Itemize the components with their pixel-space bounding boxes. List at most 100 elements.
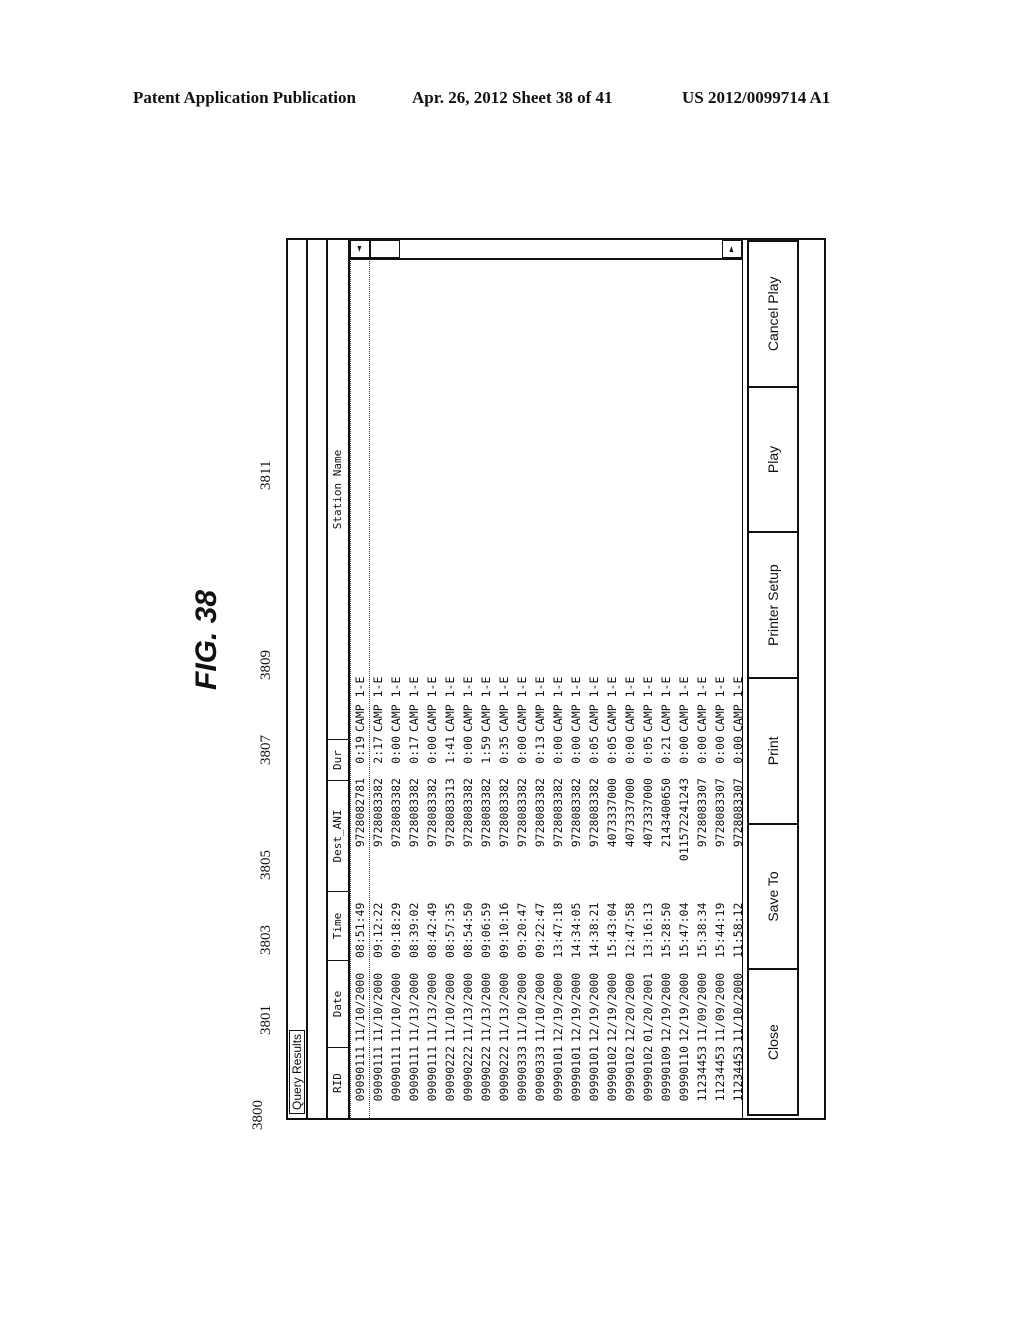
table-row[interactable]: 09990110 12/19/2000 15:47:04 011572241243 0:…: [675, 260, 693, 1118]
cell-rid: 09090222: [479, 1046, 493, 1102]
cell-time: 12:47:58: [623, 902, 637, 958]
cell-station-name: CAMP 1-E: [659, 676, 673, 732]
cell-time: 13:16:13: [641, 902, 655, 958]
cell-date: 11/10/2000: [353, 972, 367, 1042]
table-row[interactable]: 09990109 12/19/2000 15:28:50 2143400650 0:21…: [657, 260, 675, 1118]
cell-rid: 09990101: [569, 1046, 583, 1102]
table-row[interactable]: 09090333 11/10/2000 09:20:47 9728083382 0:00…: [513, 260, 531, 1118]
cell-dur: 2:17: [371, 736, 385, 764]
table-row[interactable]: 09090111 11/10/2000 09:18:29 9728083382 0:00…: [387, 260, 405, 1118]
publication-date-sheet: Apr. 26, 2012 Sheet 38 of 41: [412, 88, 613, 107]
printer-setup-button[interactable]: Printer Setup: [747, 531, 799, 679]
cell-dur: 0:35: [497, 736, 511, 764]
cell-date: 12/19/2000: [551, 972, 565, 1042]
table-row[interactable]: 09090222 11/13/2000 08:54:50 9728083382 0:00…: [459, 260, 477, 1118]
column-header-rid[interactable]: RID: [328, 1047, 348, 1118]
close-button[interactable]: Close: [747, 968, 799, 1116]
cell-station-name: CAMP 1-E: [353, 676, 367, 732]
cell-station-name: CAMP 1-E: [641, 676, 655, 732]
cell-dest-ani: 9728083382: [389, 778, 403, 848]
table-row[interactable]: 09990101 12/19/2000 13:47:18 9728083382 0:00…: [549, 260, 567, 1118]
cell-dest-ani: 4073337000: [623, 778, 637, 848]
cancel-play-button[interactable]: Cancel Play: [747, 239, 799, 388]
ref-station: 3811: [258, 460, 274, 490]
cell-time: 13:47:18: [551, 902, 565, 958]
scrollbar-thumb[interactable]: [370, 240, 400, 258]
cell-time: 09:22:47: [533, 902, 547, 958]
column-header-date[interactable]: Date: [328, 960, 348, 1047]
cell-date: 11/13/2000: [407, 972, 421, 1042]
cell-dest-ani: 9728083382: [425, 778, 439, 848]
horizontal-scrollbar[interactable]: ◄ ►: [350, 240, 742, 260]
save-to-button[interactable]: Save To: [747, 822, 799, 971]
cell-dur: 0:00: [569, 736, 583, 764]
cell-dur: 0:05: [641, 736, 655, 764]
cell-time: 09:06:59: [479, 902, 493, 958]
table-row[interactable]: 09090222 11/10/2000 08:57:35 9728083313 1:41…: [441, 260, 459, 1118]
play-button[interactable]: Play: [747, 385, 799, 534]
scroll-left-arrow-icon[interactable]: ◄: [350, 240, 370, 258]
table-row[interactable]: 09990102 12/19/2000 15:43:04 4073337000 0:05…: [603, 260, 621, 1118]
column-header-time[interactable]: Time: [328, 891, 348, 960]
cell-dur: 0:00: [515, 736, 529, 764]
cell-date: 11/10/2000: [389, 972, 403, 1042]
column-header-dur[interactable]: Dur: [328, 739, 348, 780]
cell-time: 15:38:34: [695, 902, 709, 958]
cell-dest-ani: 9728083382: [587, 778, 601, 848]
cell-time: 09:18:29: [389, 902, 403, 958]
table-row[interactable]: 11234453 11/09/2000 15:38:34 9728083307 0:00…: [693, 260, 711, 1118]
scroll-right-arrow-icon[interactable]: ►: [722, 240, 742, 258]
cell-dest-ani: 4073337000: [605, 778, 619, 848]
scrollbar-track[interactable]: [400, 240, 722, 258]
cell-rid: 09090333: [515, 1046, 529, 1102]
cell-dest-ani: 9728083382: [479, 778, 493, 848]
cell-dur: 0:00: [623, 736, 637, 764]
table-row[interactable]: 11234453 11/10/2000 11:58:12 9728083307 0:00…: [729, 260, 747, 1118]
cell-dur: 0:21: [659, 736, 673, 764]
cell-date: 11/10/2000: [731, 972, 745, 1042]
table-row[interactable]: 09990101 12/19/2000 14:38:21 9728083382 0:05…: [585, 260, 603, 1118]
cell-dest-ani: 9728083382: [533, 778, 547, 848]
table-row[interactable]: 09090222 11/13/2000 09:10:16 9728083382 0:35…: [495, 260, 513, 1118]
cell-dest-ani: 9728083382: [371, 778, 385, 848]
cell-date: 11/10/2000: [371, 972, 385, 1042]
cell-dur: 0:00: [389, 736, 403, 764]
cell-time: 11:58:12: [731, 902, 745, 958]
cell-time: 08:57:35: [443, 902, 457, 958]
cell-rid: 11234453: [713, 1046, 727, 1102]
cell-dur: 0:00: [461, 736, 475, 764]
table-row[interactable]: 09090111 11/13/2000 08:39:02 9728083382 0:17…: [405, 260, 423, 1118]
cell-date: 01/20/2001: [641, 972, 655, 1042]
table-row[interactable]: 09090111 11/13/2000 08:42:49 9728083382 0:00…: [423, 260, 441, 1118]
cell-date: 12/19/2000: [587, 972, 601, 1042]
cell-dest-ani: 2143400650: [659, 778, 673, 848]
cell-rid: 09090111: [353, 1046, 367, 1102]
table-row[interactable]: 09990102 01/20/2001 13:16:13 4073337000 0:05…: [639, 260, 657, 1118]
cell-station-name: CAMP 1-E: [461, 676, 475, 732]
cell-dur: 1:59: [479, 736, 493, 764]
column-header-station-name[interactable]: Station Name: [328, 240, 348, 739]
table-row[interactable]: 09090111 11/10/2000 08:51:49 9728082781 0:19…: [350, 212, 370, 1166]
cell-time: 08:54:50: [461, 902, 475, 958]
cell-station-name: CAMP 1-E: [497, 676, 511, 732]
print-button[interactable]: Print: [747, 676, 799, 825]
table-row[interactable]: 09090333 11/10/2000 09:22:47 9728083382 0:13…: [531, 260, 549, 1118]
cell-station-name: CAMP 1-E: [623, 676, 637, 732]
cell-rid: 09090333: [533, 1046, 547, 1102]
ref-date: 3803: [258, 925, 274, 955]
cell-station-name: CAMP 1-E: [479, 676, 493, 732]
table-row[interactable]: 09990102 12/20/2000 12:47:58 4073337000 0:00…: [621, 260, 639, 1118]
column-header-dest-ani[interactable]: Dest_ANI: [328, 780, 348, 891]
results-table-body: 09090111 11/10/2000 08:51:49 9728082781 0:19…: [350, 212, 745, 1166]
cell-rid: 09990102: [623, 1046, 637, 1102]
table-row[interactable]: 09090222 11/13/2000 09:06:59 9728083382 1:59…: [477, 260, 495, 1118]
cell-rid: 11234453: [695, 1046, 709, 1102]
cell-dest-ani: 9728083307: [731, 778, 745, 848]
cell-dur: 0:17: [407, 736, 421, 764]
cell-time: 09:10:16: [497, 902, 511, 958]
cell-date: 12/19/2000: [677, 972, 691, 1042]
table-row[interactable]: 11234453 11/09/2000 15:44:19 9728083307 0:00…: [711, 260, 729, 1118]
table-row[interactable]: 09090111 11/10/2000 09:12:22 9728083382 2:17…: [369, 260, 387, 1118]
table-row[interactable]: 09990101 12/19/2000 14:34:05 9728083382 0:00…: [567, 260, 585, 1118]
cell-date: 12/20/2000: [623, 972, 637, 1042]
